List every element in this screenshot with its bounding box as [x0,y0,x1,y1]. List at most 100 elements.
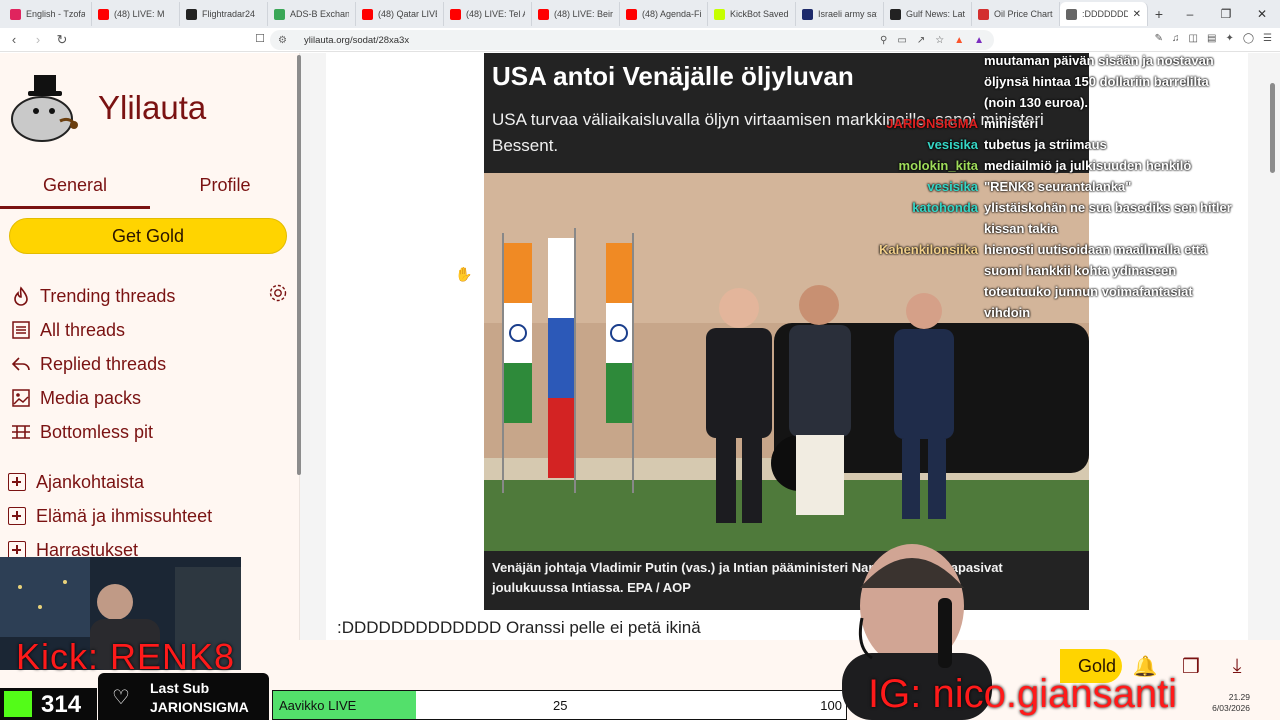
nav-item-all-threads[interactable]: All threads [0,313,300,347]
new-tab-icon[interactable]: + [1148,6,1170,22]
last-sub-widget: ♡ Last Sub JARIONSIGMA [98,673,269,720]
bookmark-page-icon[interactable]: ☐ [250,32,270,45]
leo-icon[interactable]: ✦ [1225,33,1233,44]
tab-profile[interactable]: Profile [150,165,300,209]
chat-message: katohonda ylistäiskohän ne sua basediks s… [850,200,1270,220]
browser-tab[interactable]: :DDDDDDD ✕ [1060,2,1148,26]
gear-icon[interactable] [268,283,288,308]
tab-strip: English - Tzofa (48) LIVE: M Flightradar24… [0,0,1280,28]
back-icon[interactable]: ‹ [4,32,24,47]
category-label: Elämä ja ihmissuhteet [36,505,213,526]
page-scrollbar[interactable] [1270,83,1275,173]
browser-tab[interactable]: English - Tzofa [4,2,92,26]
extension-icons: ✎ ♫ ◫ ▤ ✦ ◯ ☰ [1155,33,1272,44]
nav-item-media-packs[interactable]: Media packs [0,381,300,415]
tab-favicon-icon [978,8,989,20]
category-label: Ajankohtaista [36,471,145,492]
browser-tab[interactable]: Flightradar24 [180,2,268,26]
browser-tab[interactable]: (48) LIVE: M [92,2,180,26]
tab-favicon-icon [186,8,197,20]
chat-message: (noin 130 euroa). [850,95,1270,115]
category-list: Ajankohtaista Elämä ja ihmissuhteet Harr… [0,465,300,567]
tab-favicon-icon [890,8,901,20]
menu-icon[interactable]: ☰ [1263,33,1272,44]
tab-label: (48) Agenda-Fi [642,9,701,19]
kick-logo-icon [4,691,32,717]
flame-icon [10,286,32,306]
restore-icon[interactable]: ❐ [1208,0,1244,28]
tab-favicon-icon [274,8,285,20]
install-icon[interactable]: ▭ [897,35,906,46]
tab-general[interactable]: General [0,165,150,209]
heart-icon: ♡ [112,687,130,709]
browser-tab[interactable]: (48) Qatar LIVE [356,2,444,26]
brave-shield-icon[interactable]: ▲ [954,35,964,46]
chat-message: vesisika "RENK8 seurantalanka" [850,179,1270,199]
window-controls: – ❐ ✕ [1172,0,1280,28]
browser-tab[interactable]: Gulf News: Lat [884,2,972,26]
browser-toolbar: ‹ › ↻ ☐ ⚙ ylilauta.org/sodat/28xa3x ⚲ ▭ … [0,28,1280,52]
browser-tab[interactable]: ADS-B Exchang [268,2,356,26]
chat-text: kissan takia [984,221,1058,236]
tab-favicon-icon [98,8,109,20]
sidebar-toggle-icon[interactable]: ◫ [1189,33,1198,44]
close-window-icon[interactable]: ✕ [1244,0,1280,28]
bookmark-star-icon[interactable]: ☆ [935,35,944,46]
chat-text: vihdoin [984,305,1031,320]
chat-text: muutaman päivän sisään ja nostavan [984,53,1214,68]
address-bar[interactable]: ⚙ ylilauta.org/sodat/28xa3x ⚲ ▭ ↗ ☆ ▲ ▲ [270,30,994,50]
expand-icon[interactable] [8,507,26,525]
tab-label: KickBot Saved [730,9,789,19]
forward-icon[interactable]: › [28,32,48,47]
brave-rewards-icon[interactable]: ▲ [974,35,984,46]
post-text: :DDDDDDDDDDDDD Oranssi pelle ei petä iki… [337,618,701,637]
site-info-icon[interactable]: ⚙ [278,35,290,46]
browser-tab[interactable]: (48) LIVE: Beiru [532,2,620,26]
expand-icon[interactable] [8,473,26,491]
nav-item-trending[interactable]: Trending threads [0,279,300,313]
tab-label: (48) LIVE: Beiru [554,9,613,19]
reply-icon [10,354,32,374]
chat-text: tubetus ja striimaus [984,137,1107,152]
image-icon [10,388,32,408]
browser-tab[interactable]: Israeli army say [796,2,884,26]
chat-text: toteutuuko junnun voimafantasiat [984,284,1193,299]
browser-tab[interactable]: (48) Agenda-Fi [620,2,708,26]
browser-tab[interactable]: Oil Price Charts [972,2,1060,26]
chat-message: suomi hankkii kohta ydinaseen [850,263,1270,283]
reload-icon[interactable]: ↻ [52,32,72,48]
wallet-icon[interactable]: ▤ [1207,33,1216,44]
nav-item-replied[interactable]: Replied threads [0,347,300,381]
category-ajankohtaista[interactable]: Ajankohtaista [0,465,300,499]
chat-message: vesisika tubetus ja striimaus [850,137,1270,157]
chat-username: molokin_kita [898,158,978,173]
media-icon[interactable]: ♫ [1172,33,1180,44]
get-gold-button[interactable]: Get Gold [9,218,287,254]
category-elama[interactable]: Elämä ja ihmissuhteet [0,499,300,533]
browser-tab[interactable]: KickBot Saved [708,2,796,26]
chat-text: (noin 130 euroa). [984,95,1089,110]
tab-favicon-icon [362,8,373,20]
download-icon[interactable]: ⤓ [1214,655,1260,678]
close-tab-icon[interactable]: ✕ [1133,9,1141,20]
nav-label: Replied threads [40,353,167,374]
nav-item-bottomless-pit[interactable]: Bottomless pit [0,415,300,449]
share-icon[interactable]: ↗ [917,35,925,46]
chat-text: mediailmiö ja julkisuuden henkilö [984,158,1192,173]
brand-title[interactable]: Ylilauta [98,89,206,127]
goal-current: 25 [553,698,568,713]
clock-date: 6/03/2026 [1212,703,1250,713]
extensions-icon[interactable]: ✎ [1155,33,1163,44]
zoom-icon[interactable]: ⚲ [880,35,887,46]
ylilauta-logo[interactable] [8,69,82,145]
mouse-cursor-icon: ✋ [455,266,473,282]
taskbar-clock: 21.29 6/03/2026 [1212,692,1250,714]
sidebar-scrollbar[interactable] [297,55,301,475]
tab-label: Gulf News: Lat [906,9,965,19]
nav-label: Media packs [40,387,142,408]
sidebar-tabs: General Profile [0,165,300,209]
browser-tab[interactable]: (48) LIVE: Tel Av [444,2,532,26]
minimize-icon[interactable]: – [1172,0,1208,28]
vpn-icon[interactable]: ◯ [1243,33,1254,44]
nav-label: All threads [40,319,126,340]
